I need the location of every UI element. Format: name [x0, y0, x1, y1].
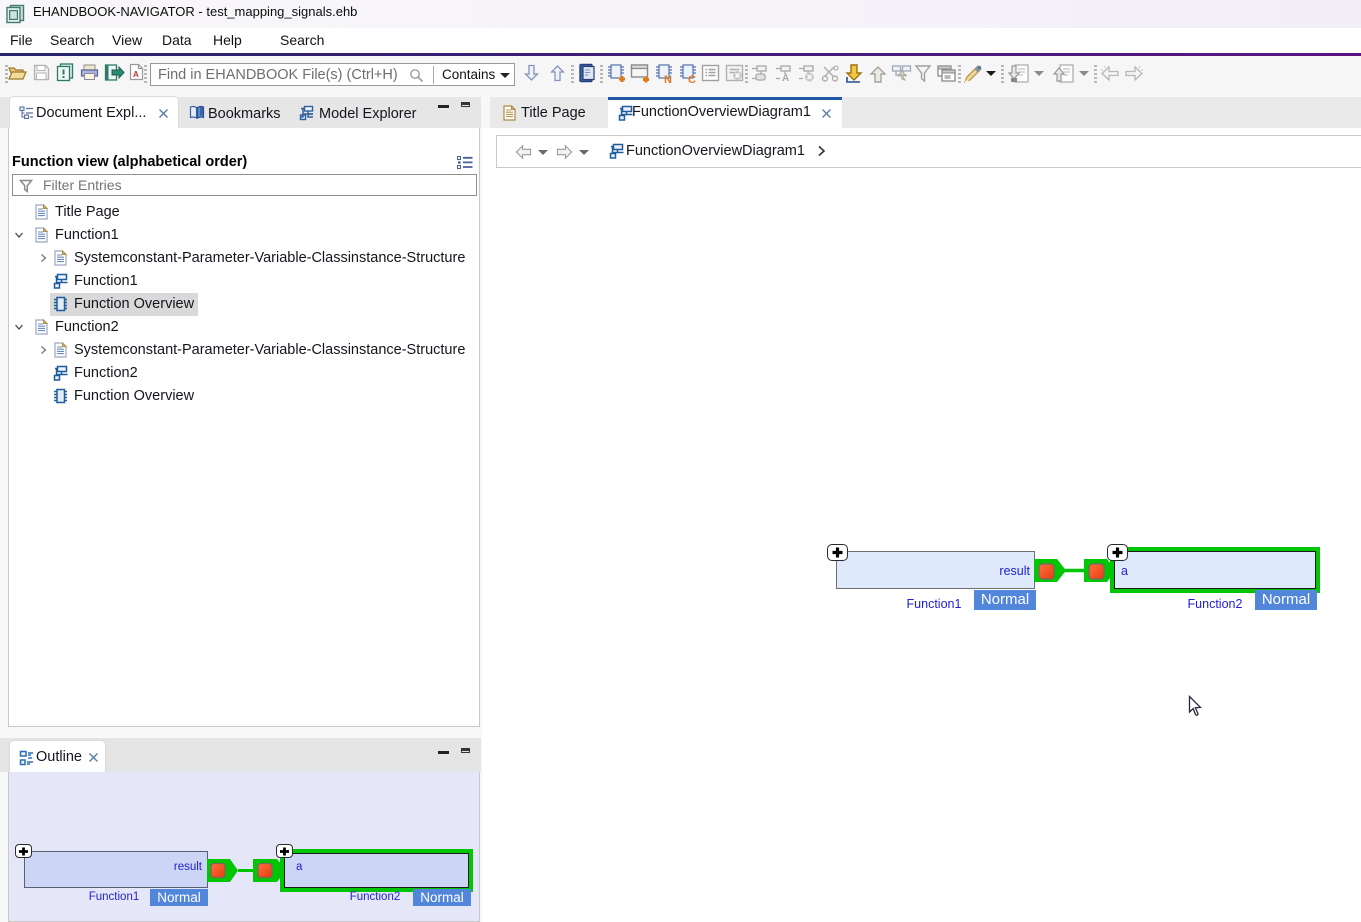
svg-text:N: N [664, 74, 672, 84]
svg-text:C: C [688, 74, 696, 84]
svg-text:A: A [133, 70, 139, 79]
svg-text:A: A [782, 73, 789, 83]
